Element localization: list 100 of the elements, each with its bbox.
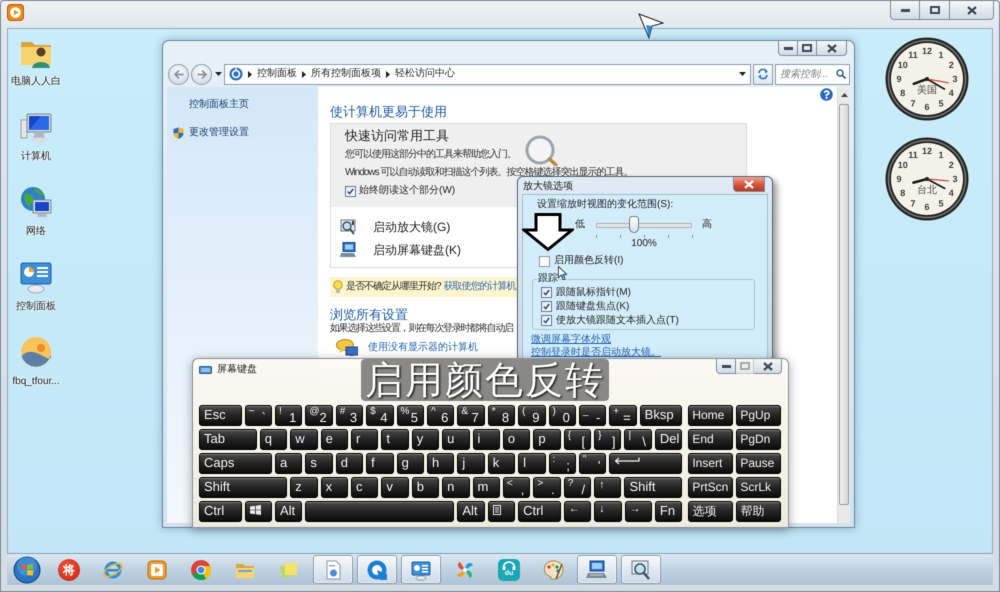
desktop-icon-label[interactable]: fbq_tfour... — [12, 376, 60, 388]
keyboard-key[interactable]: PgDn — [736, 429, 782, 450]
search-field[interactable]: 搜索控制... — [775, 64, 850, 84]
keyboard-key[interactable]: Alt — [457, 501, 485, 522]
keyboard-key[interactable]: } ] — [594, 429, 622, 450]
keyboard-key[interactable]: j — [457, 453, 485, 474]
keyboard-key[interactable]: y — [412, 429, 440, 450]
keyboard-key[interactable]: u — [442, 429, 470, 450]
back-button[interactable] — [168, 64, 189, 84]
keyboard-key[interactable]: Pause — [736, 453, 782, 474]
keyboard-key[interactable]: Alt — [274, 501, 302, 522]
keyboard-key[interactable]: f — [366, 453, 394, 474]
keyboard-key[interactable]: s — [305, 453, 333, 474]
refresh-button[interactable] — [753, 64, 773, 84]
keyboard-key[interactable]: Shift — [199, 477, 288, 498]
keyboard-key[interactable]: k — [488, 453, 516, 474]
close-button[interactable] — [817, 41, 847, 56]
tool-link[interactable]: 启动放大镜(G) — [373, 220, 450, 234]
breadcrumb-link[interactable]: 轻松访问中心 — [395, 68, 455, 80]
keyboard-key[interactable]: ↑ — [594, 477, 622, 498]
keyboard-key[interactable]: Fn — [654, 501, 682, 522]
keyboard-key[interactable]: ← — [564, 501, 592, 522]
keyboard-key[interactable]: w — [290, 429, 318, 450]
keyboard-key[interactable]: b — [412, 477, 440, 498]
keyboard-key[interactable]: $ 4 — [366, 405, 394, 426]
keyboard-key[interactable]: < , — [502, 477, 530, 498]
keyboard-key[interactable]: End — [688, 429, 734, 450]
keyboard-key[interactable]: _ - — [578, 405, 606, 426]
keyboard-key[interactable]: g — [396, 453, 424, 474]
keyboard-key[interactable]: Shift — [624, 477, 682, 498]
keyboard-key[interactable]: : ; — [548, 453, 576, 474]
maximize-button[interactable] — [798, 41, 817, 56]
settings-link[interactable]: 控制登录时是否启动放大镜。 — [531, 347, 661, 359]
taskbar-button[interactable]: 将 — [49, 555, 89, 584]
keyboard-key[interactable]: n — [442, 477, 470, 498]
globe-computer-icon[interactable] — [19, 185, 53, 219]
keyboard-key[interactable]: & 7 — [457, 405, 485, 426]
keyboard-key[interactable]: z — [290, 477, 318, 498]
sidebar-link[interactable]: 更改管理设置 — [189, 127, 249, 139]
keyboard-key[interactable]: { [ — [564, 429, 592, 450]
taskbar-button[interactable] — [577, 555, 617, 584]
keyboard-key[interactable]: @2 — [305, 405, 333, 426]
address-bar[interactable]: 控制面板 所有控制面板项 轻松访问中心 — [224, 64, 751, 84]
keyboard-key[interactable]: Caps — [199, 453, 272, 474]
help-icon[interactable] — [820, 88, 833, 101]
keyboard-key[interactable]: Ctrl — [518, 501, 561, 522]
minimize-button[interactable] — [778, 41, 798, 56]
keyboard-key[interactable]: v — [381, 477, 409, 498]
desktop-icon-label[interactable]: 计算机 — [21, 151, 51, 163]
space-bar[interactable] — [305, 501, 454, 522]
keyboard-key[interactable]: ) 0 — [548, 405, 576, 426]
keyboard-key[interactable]: Home — [688, 405, 734, 426]
help-link[interactable]: 获取使您的计算机 — [444, 281, 516, 293]
keyboard-key[interactable]: ScrLk — [736, 477, 782, 498]
taskbar-button[interactable] — [621, 555, 661, 584]
keyboard-key[interactable]: Bksp — [640, 405, 682, 426]
control-panel-icon[interactable] — [19, 260, 53, 294]
keyboard-key[interactable]: t — [381, 429, 409, 450]
keyboard-key[interactable]: # 3 — [336, 405, 364, 426]
settings-link[interactable]: 微调屏幕字体外观 — [531, 334, 611, 346]
keyboard-key[interactable]: 选项 — [688, 501, 734, 522]
keyboard-key[interactable]: ~ ` — [244, 405, 272, 426]
keyboard-key[interactable]: + = — [609, 405, 637, 426]
close-button[interactable] — [754, 359, 782, 374]
keyboard-key[interactable]: Del — [654, 429, 682, 450]
checkbox[interactable] — [541, 287, 552, 298]
keyboard-key[interactable]: " ' — [578, 453, 606, 474]
checkbox[interactable] — [541, 301, 552, 312]
keyboard-key[interactable]: Tab — [199, 429, 257, 450]
settings-link[interactable]: 使用没有显示器的计算机 — [368, 342, 478, 354]
desktop-icon-label[interactable]: 电脑人人白 — [11, 76, 61, 88]
menu-key[interactable] — [488, 501, 516, 522]
keyboard-key[interactable]: r — [350, 429, 378, 450]
keyboard-key[interactable]: h — [426, 453, 454, 474]
keyboard-key[interactable]: ? / — [564, 477, 592, 498]
keyboard-key[interactable]: PrtScn — [688, 477, 734, 498]
keyboard-key[interactable]: Insert — [688, 453, 734, 474]
keyboard-key[interactable]: d — [336, 453, 364, 474]
taskbar-button[interactable] — [401, 555, 441, 584]
keyboard-key[interactable]: → — [624, 501, 652, 522]
close-button[interactable] — [950, 1, 994, 20]
keyboard-key[interactable]: 帮助 — [736, 501, 782, 522]
checkbox[interactable] — [541, 315, 552, 326]
tool-link[interactable]: 启动屏幕键盘(K) — [373, 243, 461, 257]
keyboard-key[interactable]: p — [533, 429, 561, 450]
keyboard-key[interactable]: * 8 — [488, 405, 516, 426]
checkbox[interactable] — [539, 256, 550, 266]
minimize-button[interactable] — [716, 359, 736, 374]
keyboard-key[interactable]: Ctrl — [199, 501, 242, 522]
maximize-button[interactable] — [920, 1, 950, 20]
keyboard-key[interactable]: x — [320, 477, 348, 498]
keyboard-key[interactable]: i — [472, 429, 500, 450]
keyboard-key[interactable]: a — [275, 453, 302, 474]
windows-key[interactable] — [244, 501, 272, 522]
keyboard-key[interactable]: %5 — [396, 405, 424, 426]
keyboard-key[interactable]: c — [350, 477, 378, 498]
minimize-button[interactable] — [890, 1, 920, 20]
keyboard-key[interactable]: ( 9 — [518, 405, 546, 426]
keyboard-key[interactable]: e — [320, 429, 348, 450]
keyboard-key[interactable]: PgUp — [736, 405, 782, 426]
